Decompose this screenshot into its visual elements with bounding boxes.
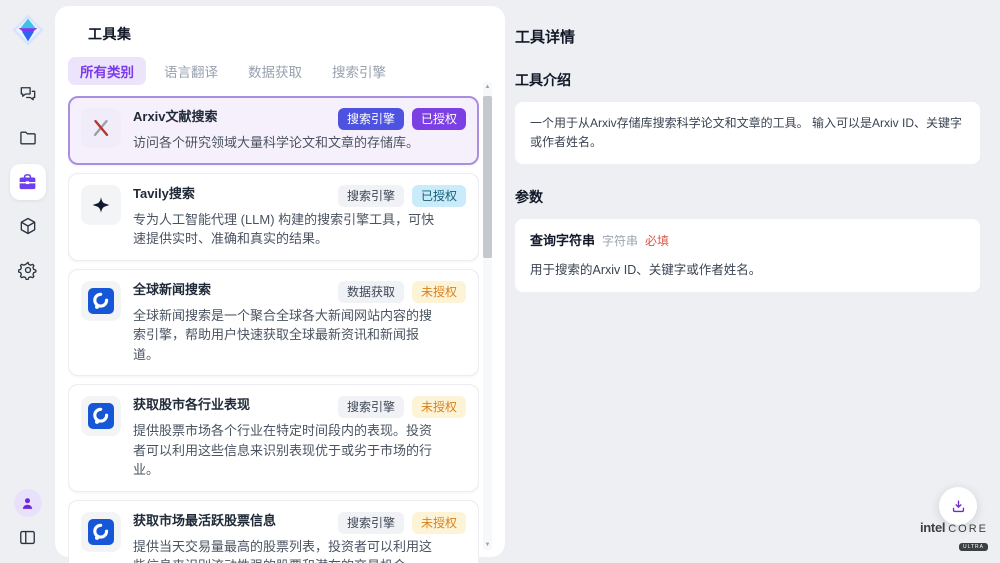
sidebar-item-models[interactable] xyxy=(10,208,46,244)
sidebar-bottom xyxy=(14,489,42,563)
tool-title: 全球新闻搜索 xyxy=(133,281,211,300)
juhe-icon xyxy=(81,512,121,552)
category-tab-0[interactable]: 所有类别 xyxy=(68,57,146,85)
tool-card-0[interactable]: Arxiv文献搜索 搜索引擎 已授权 访问各个研究领域大量科学论文和文章的存储库… xyxy=(68,96,479,165)
cube-icon xyxy=(18,216,38,236)
tool-details-panel: 工具详情 工具介绍 一个用于从Arxiv存储库搜索科学论文和文章的工具。 输入可… xyxy=(505,0,1000,563)
tool-title: 获取市场最活跃股票信息 xyxy=(133,512,276,531)
intro-heading: 工具介绍 xyxy=(515,70,980,90)
tool-category-badge: 搜索引擎 xyxy=(338,396,404,418)
download-icon xyxy=(950,498,967,515)
category-tab-2[interactable]: 数据获取 xyxy=(236,57,314,85)
app-root: 工具集 所有类别语言翻译数据获取搜索引擎 Arxiv文献搜索 搜索引擎 已授权 … xyxy=(0,0,1000,563)
tool-category-badge: 数据获取 xyxy=(338,281,404,303)
tool-auth-badge: 已授权 xyxy=(412,185,466,207)
parameter-header: 查询字符串 字符串 必填 xyxy=(530,231,965,252)
tool-title: 获取股市各行业表现 xyxy=(133,396,250,415)
panel-toggle-icon[interactable] xyxy=(18,528,37,547)
tool-auth-badge: 未授权 xyxy=(412,396,466,418)
tool-card-4[interactable]: 获取市场最活跃股票信息 搜索引擎 未授权 提供当天交易量最高的股票列表，投资者可… xyxy=(68,500,479,563)
arxiv-icon xyxy=(81,108,121,148)
category-tab-1[interactable]: 语言翻译 xyxy=(152,57,230,85)
tool-card-3[interactable]: 获取股市各行业表现 搜索引擎 未授权 提供股票市场各个行业在特定时间段内的表现。… xyxy=(68,384,479,492)
sidebar-nav xyxy=(10,76,46,288)
parameter-name: 查询字符串 xyxy=(530,231,595,252)
tool-description: 专为人工智能代理 (LLM) 构建的搜索引擎工具，可快速提供实时、准确和真实的结… xyxy=(133,210,438,249)
sidebar-item-tools[interactable] xyxy=(10,164,46,200)
tool-intro-text: 一个用于从Arxiv存储库搜索科学论文和文章的工具。 输入可以是Arxiv ID… xyxy=(530,116,962,149)
category-tab-3[interactable]: 搜索引擎 xyxy=(320,57,398,85)
tools-panel: 工具集 所有类别语言翻译数据获取搜索引擎 Arxiv文献搜索 搜索引擎 已授权 … xyxy=(55,6,505,557)
tool-description: 全球新闻搜索是一个聚合全球各大新闻网站内容的搜索引擎，帮助用户快速获取全球最新资… xyxy=(133,306,438,365)
tool-intro-box: 一个用于从Arxiv存储库搜索科学论文和文章的工具。 输入可以是Arxiv ID… xyxy=(515,102,980,164)
parameter-required-flag: 必填 xyxy=(645,232,669,251)
tool-list-scrollbar[interactable]: ▲ ▼ xyxy=(483,82,492,550)
brand-ultra-badge: ultra xyxy=(959,543,988,551)
tool-category-badge: 搜索引擎 xyxy=(338,185,404,207)
scrollbar-thumb[interactable] xyxy=(483,96,492,258)
brand-intel-text: intel xyxy=(920,520,945,535)
sidebar-item-settings[interactable] xyxy=(10,252,46,288)
chat-icon xyxy=(18,84,38,104)
gear-icon xyxy=(18,260,38,280)
tool-description: 提供当天交易量最高的股票列表，投资者可以利用这些信息来识别流动性强的股票和潜在的… xyxy=(133,537,438,563)
tool-auth-badge: 未授权 xyxy=(412,512,466,534)
tool-category-badge: 搜索引擎 xyxy=(338,108,404,130)
tool-card-2[interactable]: 全球新闻搜索 数据获取 未授权 全球新闻搜索是一个聚合全球各大新闻网站内容的搜索… xyxy=(68,269,479,377)
sidebar-rail xyxy=(0,0,55,563)
tool-card-1[interactable]: Tavily搜索 搜索引擎 已授权 专为人工智能代理 (LLM) 构建的搜索引擎… xyxy=(68,173,479,261)
tool-list: Arxiv文献搜索 搜索引擎 已授权 访问各个研究领域大量科学论文和文章的存储库… xyxy=(68,96,479,563)
juhe-icon xyxy=(81,396,121,436)
tavily-icon xyxy=(81,185,121,225)
app-logo-icon[interactable] xyxy=(10,12,46,48)
parameter-box: 查询字符串 字符串 必填 用于搜索的Arxiv ID、关键字或作者姓名。 xyxy=(515,219,980,292)
juhe-icon xyxy=(81,281,121,321)
tool-description: 访问各个研究领域大量科学论文和文章的存储库。 xyxy=(133,133,438,153)
sidebar-item-chat[interactable] xyxy=(10,76,46,112)
folder-icon xyxy=(18,128,38,148)
tool-title: Tavily搜索 xyxy=(133,185,195,204)
sidebar-item-files[interactable] xyxy=(10,120,46,156)
tools-panel-title: 工具集 xyxy=(88,24,505,44)
params-heading: 参数 xyxy=(515,187,980,207)
tool-title: Arxiv文献搜索 xyxy=(133,108,218,127)
brand-core-text: core xyxy=(948,523,988,535)
tool-category-badge: 搜索引擎 xyxy=(338,512,404,534)
tool-auth-badge: 未授权 xyxy=(412,281,466,303)
category-tabs: 所有类别语言翻译数据获取搜索引擎 xyxy=(68,57,505,85)
scrollbar-down-arrow-icon[interactable]: ▼ xyxy=(483,540,492,550)
details-title: 工具详情 xyxy=(515,26,980,47)
parameter-type: 字符串 xyxy=(602,232,638,251)
tool-auth-badge: 已授权 xyxy=(412,108,466,130)
scrollbar-up-arrow-icon[interactable]: ▲ xyxy=(483,82,492,92)
intel-core-logo: intel core ultra xyxy=(920,520,988,553)
tool-description: 提供股票市场各个行业在特定时间段内的表现。投资者可以利用这些信息来识别表现优于或… xyxy=(133,421,438,480)
parameter-description: 用于搜索的Arxiv ID、关键字或作者姓名。 xyxy=(530,260,965,280)
user-avatar[interactable] xyxy=(14,489,42,517)
toolbox-icon xyxy=(17,172,38,193)
